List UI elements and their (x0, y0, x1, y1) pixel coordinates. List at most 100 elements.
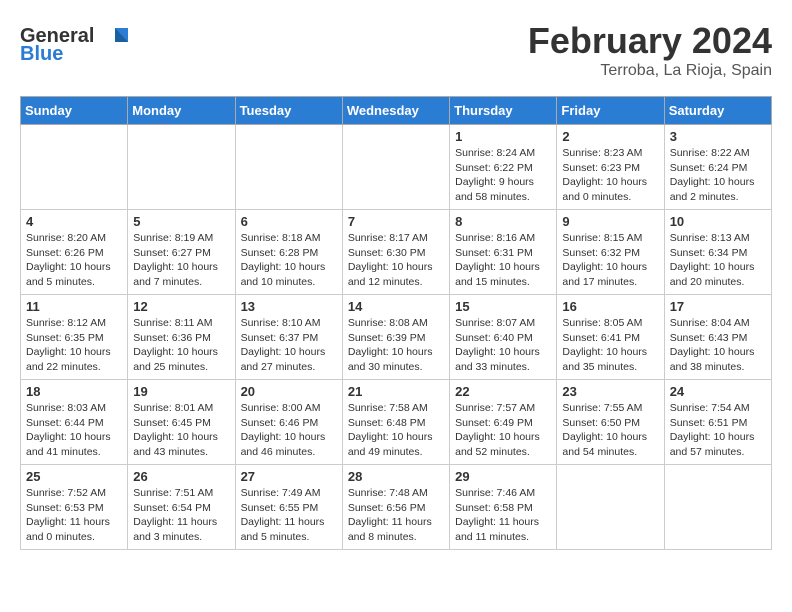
day-number: 7 (348, 214, 444, 229)
day-number: 1 (455, 129, 551, 144)
day-number: 9 (562, 214, 658, 229)
day-number: 18 (26, 384, 122, 399)
day-info: Sunrise: 7:49 AMSunset: 6:55 PMDaylight:… (241, 486, 337, 545)
day-info: Sunrise: 7:46 AMSunset: 6:58 PMDaylight:… (455, 486, 551, 545)
calendar-empty-cell (21, 125, 128, 210)
page-title: February 2024 (528, 20, 772, 62)
day-info: Sunrise: 8:16 AMSunset: 6:31 PMDaylight:… (455, 231, 551, 290)
day-info: Sunrise: 8:00 AMSunset: 6:46 PMDaylight:… (241, 401, 337, 460)
calendar-empty-cell (235, 125, 342, 210)
logo-text: General Blue (20, 20, 130, 70)
day-info: Sunrise: 8:17 AMSunset: 6:30 PMDaylight:… (348, 231, 444, 290)
day-header-thursday: Thursday (450, 97, 557, 125)
calendar-day-27: 27 Sunrise: 7:49 AMSunset: 6:55 PMDayligh… (235, 465, 342, 550)
day-info: Sunrise: 8:19 AMSunset: 6:27 PMDaylight:… (133, 231, 229, 290)
day-number: 12 (133, 299, 229, 314)
day-info: Sunrise: 8:22 AMSunset: 6:24 PMDaylight:… (670, 146, 766, 205)
day-number: 14 (348, 299, 444, 314)
day-info: Sunrise: 7:55 AMSunset: 6:50 PMDaylight:… (562, 401, 658, 460)
day-header-tuesday: Tuesday (235, 97, 342, 125)
day-number: 3 (670, 129, 766, 144)
calendar-day-2: 2 Sunrise: 8:23 AMSunset: 6:23 PMDaylight… (557, 125, 664, 210)
calendar-day-17: 17 Sunrise: 8:04 AMSunset: 6:43 PMDayligh… (664, 295, 771, 380)
day-info: Sunrise: 7:48 AMSunset: 6:56 PMDaylight:… (348, 486, 444, 545)
calendar-empty-cell (342, 125, 449, 210)
calendar-header-row: SundayMondayTuesdayWednesdayThursdayFrid… (21, 97, 772, 125)
day-info: Sunrise: 8:18 AMSunset: 6:28 PMDaylight:… (241, 231, 337, 290)
day-number: 24 (670, 384, 766, 399)
day-header-wednesday: Wednesday (342, 97, 449, 125)
day-number: 28 (348, 469, 444, 484)
calendar-week-row: 18 Sunrise: 8:03 AMSunset: 6:44 PMDayligh… (21, 380, 772, 465)
logo: General Blue (20, 20, 130, 70)
calendar-day-13: 13Sunrise: 8:10 AMSunset: 6:37 PMDayligh… (235, 295, 342, 380)
calendar-day-9: 9 Sunrise: 8:15 AMSunset: 6:32 PMDaylight… (557, 210, 664, 295)
calendar-day-22: 22 Sunrise: 7:57 AMSunset: 6:49 PMDayligh… (450, 380, 557, 465)
calendar-day-1: 1 Sunrise: 8:24 AMSunset: 6:22 PMDaylight… (450, 125, 557, 210)
calendar-day-10: 10Sunrise: 8:13 AMSunset: 6:34 PMDayligh… (664, 210, 771, 295)
calendar-empty-cell (128, 125, 235, 210)
header: General Blue February 2024 Terroba, La R… (20, 20, 772, 80)
day-info: Sunrise: 8:10 AMSunset: 6:37 PMDaylight:… (241, 316, 337, 375)
calendar-day-24: 24Sunrise: 7:54 AMSunset: 6:51 PMDayligh… (664, 380, 771, 465)
day-header-monday: Monday (128, 97, 235, 125)
calendar-day-29: 29 Sunrise: 7:46 AMSunset: 6:58 PMDayligh… (450, 465, 557, 550)
day-info: Sunrise: 8:24 AMSunset: 6:22 PMDaylight:… (455, 146, 551, 205)
day-info: Sunrise: 8:03 AMSunset: 6:44 PMDaylight:… (26, 401, 122, 460)
calendar-day-5: 5 Sunrise: 8:19 AMSunset: 6:27 PMDaylight… (128, 210, 235, 295)
day-number: 27 (241, 469, 337, 484)
day-number: 22 (455, 384, 551, 399)
day-number: 10 (670, 214, 766, 229)
day-info: Sunrise: 7:52 AMSunset: 6:53 PMDaylight:… (26, 486, 122, 545)
calendar-day-15: 15Sunrise: 8:07 AMSunset: 6:40 PMDayligh… (450, 295, 557, 380)
day-number: 23 (562, 384, 658, 399)
day-number: 4 (26, 214, 122, 229)
calendar-table: SundayMondayTuesdayWednesdayThursdayFrid… (20, 96, 772, 550)
calendar-week-row: 4 Sunrise: 8:20 AMSunset: 6:26 PMDaylight… (21, 210, 772, 295)
calendar-day-14: 14 Sunrise: 8:08 AMSunset: 6:39 PMDayligh… (342, 295, 449, 380)
day-header-saturday: Saturday (664, 97, 771, 125)
calendar-week-row: 11 Sunrise: 8:12 AMSunset: 6:35 PMDayligh… (21, 295, 772, 380)
svg-text:Blue: Blue (20, 43, 63, 65)
calendar-day-16: 16 Sunrise: 8:05 AMSunset: 6:41 PMDayligh… (557, 295, 664, 380)
day-number: 17 (670, 299, 766, 314)
day-info: Sunrise: 8:08 AMSunset: 6:39 PMDaylight:… (348, 316, 444, 375)
calendar-day-20: 20 Sunrise: 8:00 AMSunset: 6:46 PMDayligh… (235, 380, 342, 465)
day-info: Sunrise: 8:12 AMSunset: 6:35 PMDaylight:… (26, 316, 122, 375)
day-number: 5 (133, 214, 229, 229)
day-number: 11 (26, 299, 122, 314)
calendar-day-12: 12 Sunrise: 8:11 AMSunset: 6:36 PMDayligh… (128, 295, 235, 380)
calendar-day-11: 11 Sunrise: 8:12 AMSunset: 6:35 PMDayligh… (21, 295, 128, 380)
day-number: 19 (133, 384, 229, 399)
day-info: Sunrise: 8:20 AMSunset: 6:26 PMDaylight:… (26, 231, 122, 290)
calendar-day-26: 26Sunrise: 7:51 AMSunset: 6:54 PMDayligh… (128, 465, 235, 550)
calendar-day-28: 28 Sunrise: 7:48 AMSunset: 6:56 PMDayligh… (342, 465, 449, 550)
day-info: Sunrise: 7:58 AMSunset: 6:48 PMDaylight:… (348, 401, 444, 460)
day-info: Sunrise: 7:57 AMSunset: 6:49 PMDaylight:… (455, 401, 551, 460)
calendar-empty-cell (557, 465, 664, 550)
calendar-day-25: 25Sunrise: 7:52 AMSunset: 6:53 PMDayligh… (21, 465, 128, 550)
day-number: 21 (348, 384, 444, 399)
day-header-friday: Friday (557, 97, 664, 125)
calendar-day-19: 19Sunrise: 8:01 AMSunset: 6:45 PMDayligh… (128, 380, 235, 465)
day-info: Sunrise: 8:15 AMSunset: 6:32 PMDaylight:… (562, 231, 658, 290)
day-number: 29 (455, 469, 551, 484)
title-area: February 2024 Terroba, La Rioja, Spain (528, 20, 772, 80)
day-info: Sunrise: 8:23 AMSunset: 6:23 PMDaylight:… (562, 146, 658, 205)
day-info: Sunrise: 8:11 AMSunset: 6:36 PMDaylight:… (133, 316, 229, 375)
calendar-day-18: 18 Sunrise: 8:03 AMSunset: 6:44 PMDayligh… (21, 380, 128, 465)
day-number: 2 (562, 129, 658, 144)
calendar-day-6: 6Sunrise: 8:18 AMSunset: 6:28 PMDaylight… (235, 210, 342, 295)
day-info: Sunrise: 8:05 AMSunset: 6:41 PMDaylight:… (562, 316, 658, 375)
day-number: 20 (241, 384, 337, 399)
calendar-day-4: 4 Sunrise: 8:20 AMSunset: 6:26 PMDaylight… (21, 210, 128, 295)
day-number: 8 (455, 214, 551, 229)
calendar-day-3: 3 Sunrise: 8:22 AMSunset: 6:24 PMDaylight… (664, 125, 771, 210)
day-info: Sunrise: 8:04 AMSunset: 6:43 PMDaylight:… (670, 316, 766, 375)
day-info: Sunrise: 8:07 AMSunset: 6:40 PMDaylight:… (455, 316, 551, 375)
calendar-day-23: 23 Sunrise: 7:55 AMSunset: 6:50 PMDayligh… (557, 380, 664, 465)
day-number: 16 (562, 299, 658, 314)
day-info: Sunrise: 7:51 AMSunset: 6:54 PMDaylight:… (133, 486, 229, 545)
calendar-week-row: 1 Sunrise: 8:24 AMSunset: 6:22 PMDaylight… (21, 125, 772, 210)
day-header-sunday: Sunday (21, 97, 128, 125)
